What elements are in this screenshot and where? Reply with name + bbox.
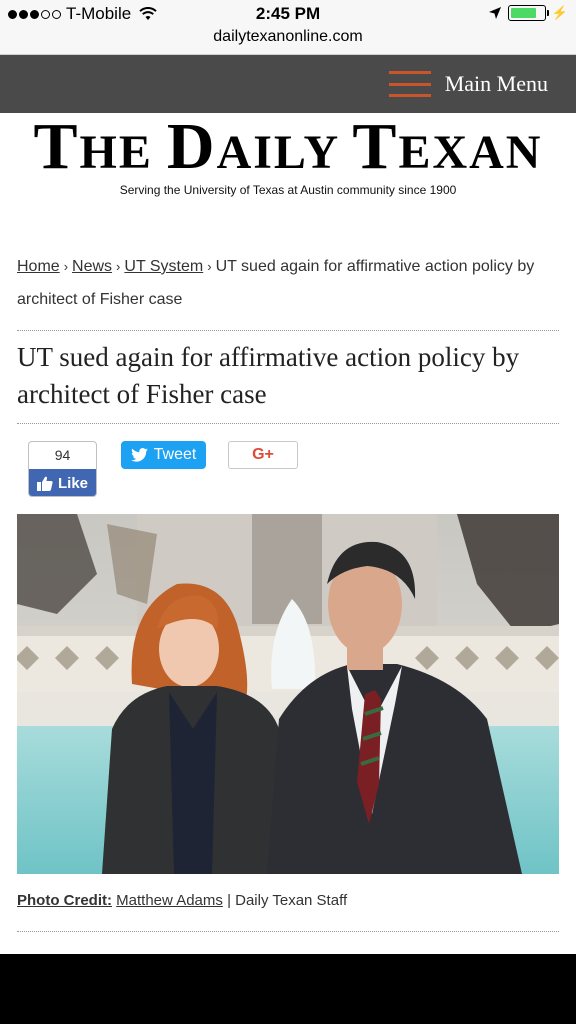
main-menu-label[interactable]: Main Menu bbox=[445, 71, 548, 97]
like-count: 94 bbox=[54, 447, 71, 463]
tweet-label[interactable]: Tweet bbox=[154, 446, 197, 464]
photographer-link[interactable]: Matthew Adams bbox=[116, 892, 223, 909]
url-text[interactable]: dailytexanonline.com bbox=[0, 27, 576, 46]
hamburger-icon[interactable] bbox=[388, 71, 431, 97]
share-buttons: 94 Like Tweet G+ bbox=[17, 424, 559, 514]
masthead[interactable]: THE DAILY TEXAN Serving the University o… bbox=[0, 113, 576, 208]
thumbs-up-icon bbox=[36, 476, 53, 491]
article-headline: UT sued again for affirmative action pol… bbox=[17, 342, 520, 409]
google-plus-icon[interactable]: G+ bbox=[252, 446, 274, 464]
article-content: Home › News › UT System › UT sued again for af… bbox=[17, 250, 559, 932]
breadcrumb-section-link[interactable]: UT System bbox=[124, 258, 203, 275]
divider bbox=[17, 931, 559, 932]
browser-address-bar[interactable]: dailytexanonline.com bbox=[0, 27, 576, 55]
battery-icon bbox=[507, 5, 549, 21]
site-navigation-bar: Main Menu bbox=[0, 55, 576, 113]
status-bar: T-Mobile 2:45 PM ⚡ bbox=[0, 0, 576, 27]
twitter-bird-icon bbox=[130, 448, 148, 462]
photo-credit-label: Photo Credit: bbox=[17, 892, 112, 909]
facebook-like-button[interactable]: Like bbox=[29, 469, 96, 496]
photo-credit-staff: | Daily Texan Staff bbox=[227, 892, 348, 909]
article-photo bbox=[17, 514, 559, 874]
main-menu-button[interactable]: Main Menu bbox=[388, 69, 548, 99]
breadcrumb: Home › News › UT System › UT sued again for af… bbox=[17, 258, 535, 308]
charging-bolt-icon: ⚡ bbox=[551, 5, 568, 20]
site-logo[interactable]: THE DAILY TEXAN bbox=[0, 114, 576, 185]
tweet-button[interactable]: Tweet bbox=[121, 441, 206, 469]
bottom-overlay bbox=[0, 954, 576, 1024]
google-plus-button[interactable]: G+ bbox=[228, 441, 298, 469]
photo-credit: Photo Credit: Matthew Adams | Daily Texa… bbox=[17, 874, 559, 931]
location-arrow-icon bbox=[488, 7, 501, 19]
like-label[interactable]: Like bbox=[58, 475, 88, 492]
site-tagline: Serving the University of Texas at Austi… bbox=[119, 183, 457, 197]
facebook-like-widget[interactable]: 94 Like bbox=[28, 441, 97, 497]
breadcrumb-news-link[interactable]: News bbox=[72, 258, 112, 275]
breadcrumb-home-link[interactable]: Home bbox=[17, 258, 60, 275]
